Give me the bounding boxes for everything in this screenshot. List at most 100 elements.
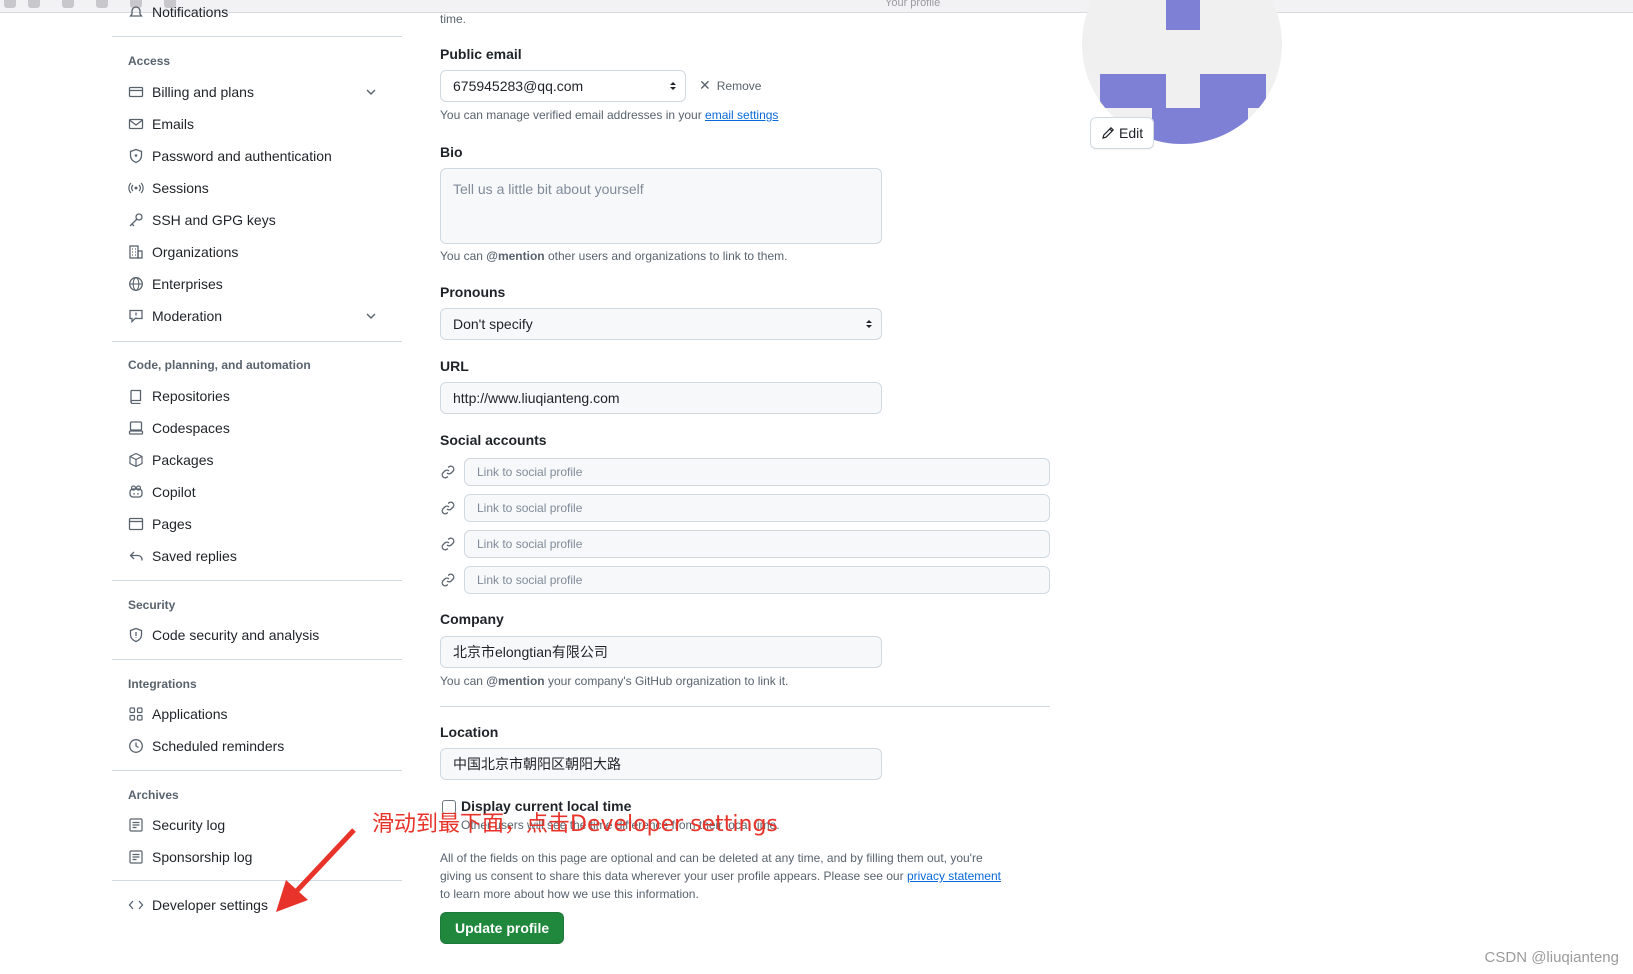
public-email-select[interactable]: 675945283@qq.com [440, 70, 686, 102]
sidebar-item-label: Repositories [152, 388, 230, 404]
company-note: You can @mention your company's GitHub o… [440, 674, 788, 688]
sidebar-item-password[interactable]: Password and authentication [128, 142, 386, 170]
window-control-icon[interactable] [4, 0, 16, 8]
globe-icon [128, 276, 144, 292]
divider [112, 770, 402, 771]
divider [440, 706, 1050, 707]
broadcast-icon [128, 180, 144, 196]
annotation-text: 滑动到最下面，点击Developer settings [372, 812, 778, 837]
public-email-value: 675945283@qq.com [453, 78, 584, 94]
location-input[interactable]: 中国北京市朝阳区朝阳大路 [440, 748, 882, 780]
window-control-icon[interactable] [28, 0, 40, 8]
sidebar-item-ssh-gpg[interactable]: SSH and GPG keys [128, 206, 386, 234]
link-icon [440, 536, 456, 552]
url-value: http://www.liuqianteng.com [453, 390, 620, 406]
watermark: CSDN @liuqianteng [1484, 949, 1619, 966]
url-input[interactable]: http://www.liuqianteng.com [440, 382, 882, 414]
window-control-icon[interactable] [62, 0, 74, 8]
mail-icon [128, 116, 144, 132]
chevron-down-icon[interactable] [364, 85, 378, 99]
privacy-note-line2: giving us consent to share this data whe… [440, 869, 1001, 883]
privacy-note-line3: to learn more about how we use this info… [440, 887, 699, 901]
privacy-statement-link[interactable]: privacy statement [907, 869, 1001, 883]
company-note-text: your company's GitHub organization to li… [544, 674, 789, 688]
company-value: 北京市elongtian有限公司 [453, 644, 608, 660]
social-accounts-label: Social accounts [440, 432, 547, 448]
sidebar-item-copilot[interactable]: Copilot [128, 478, 386, 506]
social-profile-input[interactable]: Link to social profile [464, 566, 1050, 594]
window-title: Your profile [885, 0, 941, 9]
log-icon [128, 817, 144, 833]
sidebar-item-sessions[interactable]: Sessions [128, 174, 386, 202]
pronouns-select[interactable]: Don't specify [440, 308, 882, 340]
pencil-icon [1101, 126, 1115, 140]
sidebar-item-pages[interactable]: Pages [128, 510, 386, 538]
email-settings-link[interactable]: email settings [705, 108, 778, 122]
credit-card-icon [128, 84, 144, 100]
chevron-down-icon[interactable] [364, 309, 378, 323]
sidebar-item-label: Enterprises [152, 276, 223, 292]
location-value: 中国北京市朝阳区朝阳大路 [453, 756, 621, 772]
divider [112, 580, 402, 581]
sidebar-item-enterprises[interactable]: Enterprises [128, 270, 386, 298]
sidebar-item-label: Billing and plans [152, 84, 254, 100]
sidebar-item-label: Developer settings [152, 897, 268, 913]
sidebar-item-label: Code security and analysis [152, 627, 320, 643]
social-placeholder: Link to social profile [477, 465, 583, 479]
bio-textarea[interactable]: Tell us a little bit about yourself [440, 168, 882, 244]
sidebar-heading-archives: Archives [128, 788, 179, 802]
bell-icon [128, 4, 144, 20]
divider [112, 659, 402, 660]
divider [112, 341, 402, 342]
sidebar-item-code-security[interactable]: Code security and analysis [128, 621, 386, 649]
sidebar-item-label: Scheduled reminders [152, 738, 285, 754]
social-profile-input[interactable]: Link to social profile [464, 530, 1050, 558]
sidebar-item-codespaces[interactable]: Codespaces [128, 414, 386, 442]
sidebar-item-emails[interactable]: Emails [128, 110, 386, 138]
edit-avatar-button[interactable]: Edit [1090, 117, 1155, 149]
sidebar-item-notifications[interactable]: Notifications [128, 0, 386, 26]
top-note: time. [440, 12, 467, 26]
social-profile-input[interactable]: Link to social profile [464, 494, 1050, 522]
bio-note: You can @mention other users and organiz… [440, 249, 787, 263]
shield-icon [128, 627, 144, 643]
social-account-row: Link to social profile [440, 458, 1050, 486]
sidebar-item-applications[interactable]: Applications [128, 700, 386, 728]
sidebar-item-label: Packages [152, 452, 214, 468]
location-label: Location [440, 724, 499, 740]
sidebar-item-repositories[interactable]: Repositories [128, 382, 386, 410]
browser-icon [128, 516, 144, 532]
sidebar-item-billing[interactable]: Billing and plans [128, 78, 386, 106]
sidebar-item-label: Organizations [152, 244, 239, 260]
key-icon [128, 212, 144, 228]
sidebar-item-label: Sponsorship log [152, 849, 253, 865]
company-label: Company [440, 611, 504, 627]
bio-note-text: You can [440, 249, 487, 263]
repo-icon [128, 388, 144, 404]
sidebar-item-label: Applications [152, 706, 228, 722]
copilot-icon [128, 484, 144, 500]
sidebar-item-saved-replies[interactable]: Saved replies [128, 542, 386, 570]
report-icon [128, 308, 144, 324]
sidebar-item-label: Copilot [152, 484, 196, 500]
code-icon [128, 897, 144, 913]
url-label: URL [440, 358, 469, 374]
sidebar-item-organizations[interactable]: Organizations [128, 238, 386, 266]
company-input[interactable]: 北京市elongtian有限公司 [440, 636, 882, 668]
annotation-arrow [276, 828, 356, 912]
sidebar-item-packages[interactable]: Packages [128, 446, 386, 474]
sidebar-item-moderation[interactable]: Moderation [128, 302, 386, 330]
public-email-label: Public email [440, 46, 522, 62]
link-icon [440, 464, 456, 480]
sidebar-item-label: Pages [152, 516, 192, 532]
sidebar-item-label: Password and authentication [152, 148, 332, 164]
remove-email-button[interactable]: ✕ Remove [699, 77, 761, 94]
social-profile-input[interactable]: Link to social profile [464, 458, 1050, 486]
link-icon [440, 500, 456, 516]
sidebar-item-scheduled-reminders[interactable]: Scheduled reminders [128, 732, 386, 760]
package-icon [128, 452, 144, 468]
update-profile-button[interactable]: Update profile [440, 912, 565, 944]
reply-icon [128, 548, 144, 564]
window-control-icon[interactable] [96, 0, 108, 8]
sidebar-item-label: Moderation [152, 308, 223, 324]
